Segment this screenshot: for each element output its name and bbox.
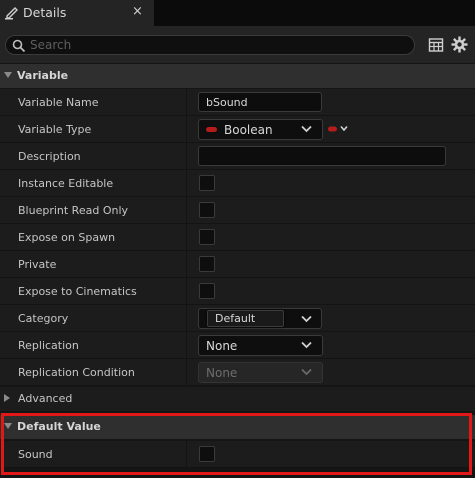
column-divider[interactable] <box>186 359 187 386</box>
dropdown-value: Boolean <box>206 123 273 137</box>
column-divider[interactable] <box>186 278 187 305</box>
column-divider[interactable] <box>186 143 187 170</box>
column-divider[interactable] <box>186 116 187 143</box>
instance-editable-checkbox[interactable] <box>199 175 215 191</box>
tab-details[interactable]: Details × <box>0 0 154 26</box>
replication-condition-dropdown: None <box>198 362 323 383</box>
column-divider[interactable] <box>186 170 187 197</box>
container-type-dropdown-icon[interactable] <box>328 123 348 135</box>
section-title: Variable <box>17 69 69 82</box>
category-input[interactable]: Default <box>207 310 284 327</box>
row-label: Expose on Spawn <box>18 231 116 244</box>
chevron-down-icon <box>301 341 312 349</box>
column-divider[interactable] <box>186 224 187 251</box>
column-divider[interactable] <box>186 89 187 116</box>
row-expose-on-spawn: Expose on Spawn <box>0 224 475 251</box>
row-label: Sound <box>18 448 53 461</box>
search-box[interactable] <box>5 35 415 55</box>
column-divider[interactable] <box>186 332 187 359</box>
section-header-variable[interactable]: Variable <box>0 64 475 88</box>
sound-checkbox[interactable] <box>199 446 215 462</box>
advanced-expander[interactable]: Advanced <box>0 387 475 411</box>
tab-bar: Details × <box>0 0 475 26</box>
row-label: Variable Name <box>18 96 99 109</box>
category-combo[interactable]: Default <box>198 308 322 329</box>
chevron-down-icon <box>301 315 312 323</box>
pin-type-icon <box>206 127 217 132</box>
column-divider[interactable] <box>186 441 187 468</box>
replication-condition-value: None <box>206 366 238 380</box>
gear-icon[interactable] <box>451 36 468 53</box>
chevron-down-icon <box>301 125 312 133</box>
expand-arrow-icon <box>4 394 10 402</box>
expose-on-spawn-checkbox[interactable] <box>199 229 215 245</box>
column-divider[interactable] <box>186 197 187 224</box>
search-bar <box>0 26 475 63</box>
row-label: Variable Type <box>18 123 92 136</box>
row-blueprint-read-only: Blueprint Read Only <box>0 197 475 224</box>
row-private: Private <box>0 251 475 278</box>
search-icon <box>12 39 26 53</box>
collapse-arrow-icon <box>4 72 12 78</box>
row-label: Category <box>18 312 69 325</box>
row-variable-type: Variable Type Boolean <box>0 116 475 143</box>
row-description: Description <box>0 143 475 170</box>
row-label: Instance Editable <box>18 177 114 190</box>
row-replication: Replication None <box>0 332 475 359</box>
advanced-label: Advanced <box>18 392 73 405</box>
column-divider[interactable] <box>186 305 187 332</box>
blueprint-read-only-checkbox[interactable] <box>199 202 215 218</box>
private-checkbox[interactable] <box>199 256 215 272</box>
row-expose-to-cinematics: Expose to Cinematics <box>0 278 475 305</box>
section-title: Default Value <box>17 420 101 433</box>
replication-value: None <box>206 339 238 353</box>
replication-dropdown[interactable]: None <box>198 335 323 356</box>
variable-type-dropdown[interactable]: Boolean <box>198 119 323 140</box>
variable-type-value: Boolean <box>224 123 273 137</box>
row-label: Private <box>18 258 57 271</box>
chevron-down-icon <box>301 368 312 376</box>
section-header-default-value[interactable]: Default Value <box>0 415 475 439</box>
row-instance-editable: Instance Editable <box>0 170 475 197</box>
column-divider[interactable] <box>186 251 187 278</box>
search-input[interactable] <box>30 36 400 54</box>
row-category: Category Default <box>0 305 475 332</box>
row-replication-condition: Replication Condition None <box>0 359 475 386</box>
pencil-icon <box>5 7 18 20</box>
row-label: Description <box>18 150 81 163</box>
table-view-icon[interactable] <box>428 37 444 53</box>
row-label: Blueprint Read Only <box>18 204 129 217</box>
expose-to-cinematics-checkbox[interactable] <box>199 283 215 299</box>
close-icon[interactable]: × <box>132 4 143 19</box>
variable-name-field[interactable]: bSound <box>198 92 322 112</box>
row-label: Expose to Cinematics <box>18 285 137 298</box>
row-label: Replication Condition <box>18 366 135 379</box>
description-field[interactable] <box>198 146 446 166</box>
row-sound: Sound <box>0 441 475 468</box>
row-variable-name: Variable Name bSound <box>0 89 475 116</box>
tab-title: Details <box>23 5 67 20</box>
row-label: Replication <box>18 339 79 352</box>
collapse-arrow-icon <box>4 423 12 429</box>
